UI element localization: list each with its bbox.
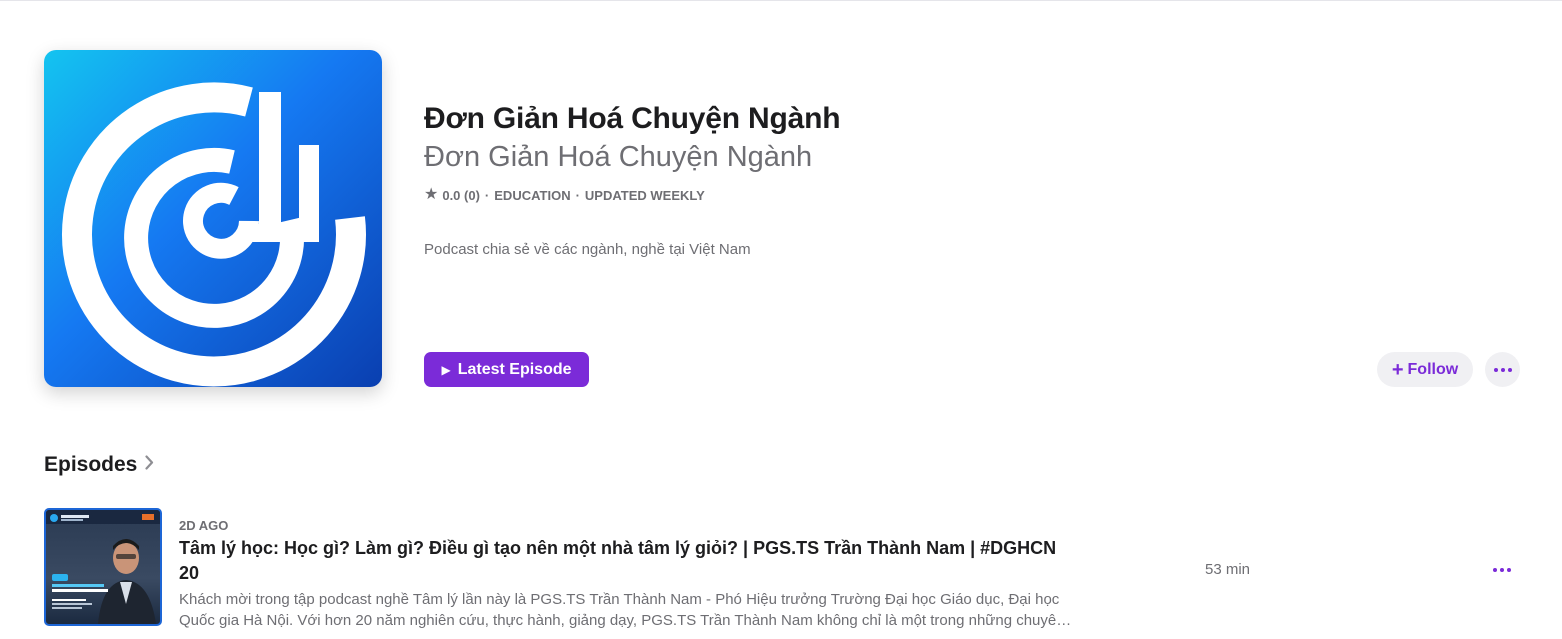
top-divider [0, 0, 1562, 1]
episodes-heading-link[interactable]: Episodes [44, 453, 154, 477]
podcast-title: Đơn Giản Hoá Chuyện Ngành [424, 102, 841, 135]
podcast-description: Podcast chia sẻ về các ngành, nghề tại V… [424, 241, 751, 258]
follow-button[interactable]: + Follow [1377, 352, 1473, 387]
episode-date: 2D AGO [179, 518, 229, 533]
latest-episode-button[interactable]: ▶ Latest Episode [424, 352, 589, 387]
chevron-right-icon [145, 455, 154, 475]
ellipsis-icon [1493, 568, 1511, 572]
episode-more-button[interactable] [1489, 562, 1515, 578]
podcast-author[interactable]: Đơn Giản Hoá Chuyện Ngành [424, 141, 812, 174]
episode-artwork-image [46, 510, 160, 624]
episodes-heading: Episodes [44, 453, 138, 476]
latest-episode-label: Latest Episode [457, 360, 572, 378]
episode-duration: 53 min [1205, 561, 1251, 578]
podcast-artwork [44, 50, 382, 387]
play-icon: ▶ [441, 362, 451, 377]
star-icon: ★ [424, 186, 439, 203]
episode-thumbnail[interactable] [44, 508, 162, 626]
follow-label: Follow [1407, 360, 1459, 378]
rating-value: 0.0 (0) [442, 187, 480, 203]
ellipsis-icon [1493, 367, 1512, 372]
episode-description: Khách mời trong tập podcast nghề Tâm lý … [179, 591, 1065, 629]
more-options-button[interactable] [1485, 352, 1520, 387]
episode-title[interactable]: Tâm lý học: Học gì? Làm gì? Điều gì tạo … [179, 536, 1059, 586]
meta-separator: · [484, 187, 490, 203]
update-frequency: UPDATED WEEKLY [584, 187, 705, 203]
category-label[interactable]: EDUCATION [494, 188, 570, 203]
dghcn-logo [62, 82, 366, 387]
plus-icon: + [1391, 358, 1404, 381]
meta-separator: · [575, 187, 580, 203]
podcast-meta: ★ 0.0 (0) · EDUCATION · UPDATED WEEKLY [424, 186, 705, 204]
